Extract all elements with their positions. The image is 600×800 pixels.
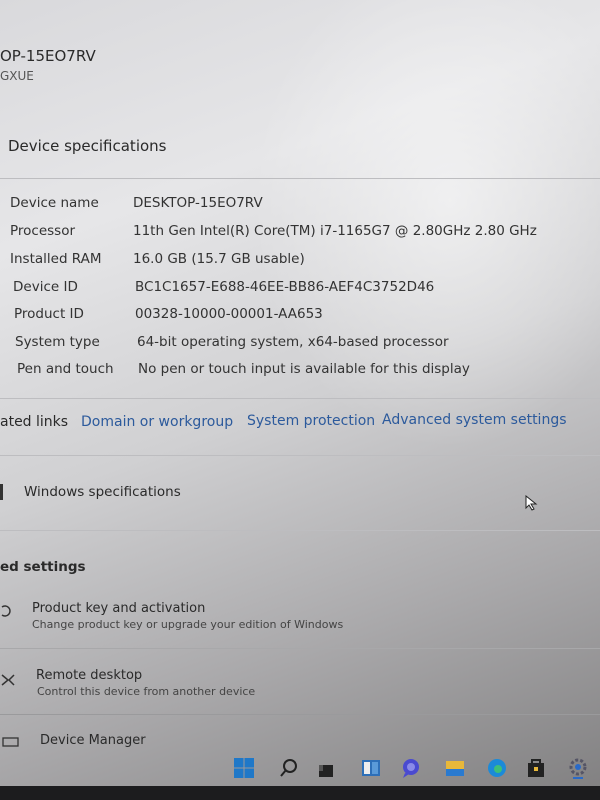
advanced-system-settings-link[interactable]: Advanced system settings (382, 412, 567, 428)
spec-value: 16.0 GB (15.7 GB usable) (133, 251, 305, 267)
domain-workgroup-link[interactable]: Domain or workgroup (81, 414, 233, 430)
spec-value: DESKTOP-15EO7RV (133, 195, 263, 211)
settings-icon[interactable] (567, 757, 589, 779)
windows-specs-title[interactable]: Windows specifications (24, 484, 181, 500)
spec-value: 11th Gen Intel(R) Core(TM) i7-1165G7 @ 2… (133, 223, 537, 239)
file-explorer-icon[interactable] (444, 757, 466, 779)
search-icon[interactable] (278, 757, 300, 779)
screen-bezel (0, 786, 600, 800)
widgets-icon[interactable] (360, 757, 382, 779)
device-name-heading: OP-15EO7RV (0, 47, 96, 65)
item-title: Remote desktop (36, 668, 143, 683)
remote-desktop-icon (1, 674, 15, 686)
spec-label: Device ID (13, 279, 78, 295)
item-title: Product key and activation (32, 601, 206, 616)
device-sub-heading: GXUE (0, 69, 34, 83)
spec-value: 00328-10000-00001-AA653 (135, 306, 323, 322)
related-links-label: ated links (0, 414, 69, 430)
item-subtitle: Change product key or upgrade your editi… (32, 618, 344, 631)
task-view-icon[interactable] (316, 757, 338, 779)
windows-logo-icon (0, 484, 3, 500)
spec-label: System type (15, 334, 100, 350)
item-subtitle: Control this device from another device (37, 685, 256, 698)
spec-label: Device name (10, 195, 99, 211)
mouse-cursor-icon (525, 495, 538, 511)
spec-value: BC1C1657-E688-46EE-BB86-AEF4C3752D46 (135, 279, 435, 295)
spec-label: Product ID (14, 306, 84, 322)
store-icon[interactable] (525, 757, 547, 779)
chat-icon[interactable] (400, 757, 422, 779)
edge-icon[interactable] (486, 757, 508, 779)
key-icon (1, 605, 11, 617)
device-specs-title: Device specifications (8, 137, 167, 155)
spec-value: 64-bit operating system, x64-based proce… (137, 334, 449, 350)
spec-label: Installed RAM (10, 251, 102, 267)
spec-label: Processor (10, 223, 76, 239)
printer-icon (2, 737, 19, 747)
spec-value: No pen or touch input is available for t… (138, 361, 470, 377)
related-settings-title: ed settings (0, 559, 86, 575)
item-title: Device Manager (40, 733, 146, 748)
system-protection-link[interactable]: System protection (247, 413, 375, 429)
start-icon[interactable] (233, 757, 255, 779)
spec-label: Pen and touch (17, 361, 114, 377)
